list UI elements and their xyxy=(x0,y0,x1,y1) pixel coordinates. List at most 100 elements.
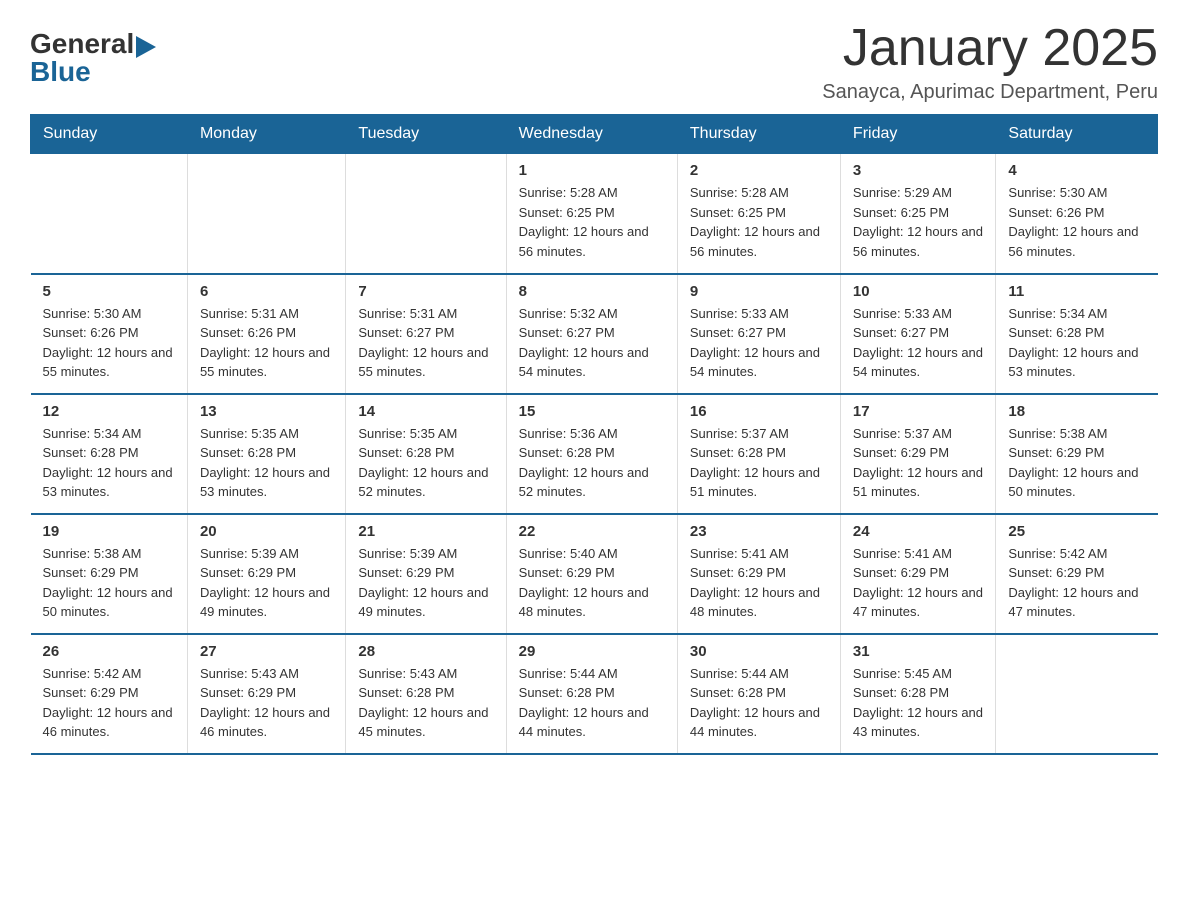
day-info: Sunrise: 5:41 AM Sunset: 6:29 PM Dayligh… xyxy=(853,544,983,622)
day-info: Sunrise: 5:34 AM Sunset: 6:28 PM Dayligh… xyxy=(1008,304,1145,382)
day-cell: 9 Sunrise: 5:33 AM Sunset: 6:27 PM Daylig… xyxy=(677,274,840,394)
day-cell: 14Sunrise: 5:35 AM Sunset: 6:28 PM Dayli… xyxy=(346,394,506,514)
day-cell: 18 Sunrise: 5:38 AM Sunset: 6:29 PM Dayli… xyxy=(996,394,1158,514)
day-number: 31 xyxy=(853,643,983,660)
day-number: 4 xyxy=(1008,162,1145,179)
day-cell: 28 Sunrise: 5:43 AM Sunset: 6:28 PM Dayli… xyxy=(346,634,506,754)
day-info: Sunrise: 5:28 AM Sunset: 6:25 PM Dayligh… xyxy=(690,183,828,261)
day-number: 1 xyxy=(519,162,665,179)
day-info: Sunrise: 5:36 AM Sunset: 6:28 PM Dayligh… xyxy=(519,424,665,502)
day-cell: 29Sunrise: 5:44 AM Sunset: 6:28 PM Dayli… xyxy=(506,634,677,754)
day-number: 14 xyxy=(358,403,493,420)
day-cell: 23 Sunrise: 5:41 AM Sunset: 6:29 PM Dayli… xyxy=(677,514,840,634)
day-cell: 8Sunrise: 5:32 AM Sunset: 6:27 PM Daylig… xyxy=(506,274,677,394)
day-cell: 6Sunrise: 5:31 AM Sunset: 6:26 PM Daylig… xyxy=(187,274,345,394)
header-cell-saturday: Saturday xyxy=(996,115,1158,154)
day-number: 21 xyxy=(358,523,493,540)
day-info: Sunrise: 5:38 AM Sunset: 6:29 PM Dayligh… xyxy=(1008,424,1145,502)
day-cell xyxy=(187,154,345,274)
day-info: Sunrise: 5:35 AM Sunset: 6:28 PM Dayligh… xyxy=(200,424,333,502)
day-number: 10 xyxy=(853,283,983,300)
page-subtitle: Sanayca, Apurimac Department, Peru xyxy=(822,81,1158,104)
day-number: 27 xyxy=(200,643,333,660)
day-info: Sunrise: 5:43 AM Sunset: 6:28 PM Dayligh… xyxy=(358,664,493,742)
day-number: 2 xyxy=(690,162,828,179)
day-cell: 24 Sunrise: 5:41 AM Sunset: 6:29 PM Dayli… xyxy=(840,514,995,634)
day-cell xyxy=(346,154,506,274)
day-number: 11 xyxy=(1008,283,1145,300)
header-cell-sunday: Sunday xyxy=(31,115,188,154)
day-info: Sunrise: 5:33 AM Sunset: 6:27 PM Dayligh… xyxy=(690,304,828,382)
day-cell: 30 Sunrise: 5:44 AM Sunset: 6:28 PM Dayli… xyxy=(677,634,840,754)
day-info: Sunrise: 5:38 AM Sunset: 6:29 PM Dayligh… xyxy=(43,544,175,622)
title-block: January 2025 Sanayca, Apurimac Departmen… xyxy=(822,20,1158,104)
day-cell: 2 Sunrise: 5:28 AM Sunset: 6:25 PM Daylig… xyxy=(677,154,840,274)
header-cell-wednesday: Wednesday xyxy=(506,115,677,154)
day-info: Sunrise: 5:45 AM Sunset: 6:28 PM Dayligh… xyxy=(853,664,983,742)
header-cell-monday: Monday xyxy=(187,115,345,154)
day-number: 18 xyxy=(1008,403,1145,420)
day-info: Sunrise: 5:31 AM Sunset: 6:27 PM Dayligh… xyxy=(358,304,493,382)
calendar-table: SundayMondayTuesdayWednesdayThursdayFrid… xyxy=(30,114,1158,755)
day-cell: 13 Sunrise: 5:35 AM Sunset: 6:28 PM Dayli… xyxy=(187,394,345,514)
day-cell: 20 Sunrise: 5:39 AM Sunset: 6:29 PM Dayli… xyxy=(187,514,345,634)
day-cell: 4 Sunrise: 5:30 AM Sunset: 6:26 PM Daylig… xyxy=(996,154,1158,274)
day-cell: 27 Sunrise: 5:43 AM Sunset: 6:29 PM Dayli… xyxy=(187,634,345,754)
day-cell: 19 Sunrise: 5:38 AM Sunset: 6:29 PM Dayli… xyxy=(31,514,188,634)
page-title: January 2025 xyxy=(822,20,1158,77)
day-number: 22 xyxy=(519,523,665,540)
day-info: Sunrise: 5:42 AM Sunset: 6:29 PM Dayligh… xyxy=(43,664,175,742)
day-number: 7 xyxy=(358,283,493,300)
day-number: 12 xyxy=(43,403,175,420)
day-number: 13 xyxy=(200,403,333,420)
day-info: Sunrise: 5:34 AM Sunset: 6:28 PM Dayligh… xyxy=(43,424,175,502)
day-cell: 16 Sunrise: 5:37 AM Sunset: 6:28 PM Dayli… xyxy=(677,394,840,514)
day-number: 3 xyxy=(853,162,983,179)
day-cell: 12 Sunrise: 5:34 AM Sunset: 6:28 PM Dayli… xyxy=(31,394,188,514)
day-cell: 31 Sunrise: 5:45 AM Sunset: 6:28 PM Dayli… xyxy=(840,634,995,754)
day-number: 17 xyxy=(853,403,983,420)
page-header: General Blue January 2025 Sanayca, Apuri… xyxy=(30,20,1158,104)
day-number: 9 xyxy=(690,283,828,300)
day-info: Sunrise: 5:31 AM Sunset: 6:26 PM Dayligh… xyxy=(200,304,333,382)
logo-arrow-icon xyxy=(136,36,156,58)
day-number: 24 xyxy=(853,523,983,540)
logo-blue-text: Blue xyxy=(30,58,156,86)
day-cell: 11 Sunrise: 5:34 AM Sunset: 6:28 PM Dayli… xyxy=(996,274,1158,394)
day-number: 26 xyxy=(43,643,175,660)
day-info: Sunrise: 5:44 AM Sunset: 6:28 PM Dayligh… xyxy=(519,664,665,742)
week-row-4: 19 Sunrise: 5:38 AM Sunset: 6:29 PM Dayli… xyxy=(31,514,1158,634)
day-info: Sunrise: 5:39 AM Sunset: 6:29 PM Dayligh… xyxy=(200,544,333,622)
day-info: Sunrise: 5:37 AM Sunset: 6:29 PM Dayligh… xyxy=(853,424,983,502)
day-number: 28 xyxy=(358,643,493,660)
day-info: Sunrise: 5:41 AM Sunset: 6:29 PM Dayligh… xyxy=(690,544,828,622)
day-info: Sunrise: 5:32 AM Sunset: 6:27 PM Dayligh… xyxy=(519,304,665,382)
day-number: 16 xyxy=(690,403,828,420)
logo: General Blue xyxy=(30,30,156,86)
day-info: Sunrise: 5:29 AM Sunset: 6:25 PM Dayligh… xyxy=(853,183,983,261)
day-cell: 25Sunrise: 5:42 AM Sunset: 6:29 PM Dayli… xyxy=(996,514,1158,634)
day-number: 30 xyxy=(690,643,828,660)
day-info: Sunrise: 5:28 AM Sunset: 6:25 PM Dayligh… xyxy=(519,183,665,261)
day-cell: 15 Sunrise: 5:36 AM Sunset: 6:28 PM Dayli… xyxy=(506,394,677,514)
day-cell: 1 Sunrise: 5:28 AM Sunset: 6:25 PM Daylig… xyxy=(506,154,677,274)
day-info: Sunrise: 5:40 AM Sunset: 6:29 PM Dayligh… xyxy=(519,544,665,622)
day-info: Sunrise: 5:42 AM Sunset: 6:29 PM Dayligh… xyxy=(1008,544,1145,622)
day-cell: 26 Sunrise: 5:42 AM Sunset: 6:29 PM Dayli… xyxy=(31,634,188,754)
day-number: 23 xyxy=(690,523,828,540)
logo-general-text: General xyxy=(30,30,134,58)
day-info: Sunrise: 5:43 AM Sunset: 6:29 PM Dayligh… xyxy=(200,664,333,742)
day-number: 15 xyxy=(519,403,665,420)
day-info: Sunrise: 5:44 AM Sunset: 6:28 PM Dayligh… xyxy=(690,664,828,742)
day-cell: 10 Sunrise: 5:33 AM Sunset: 6:27 PM Dayli… xyxy=(840,274,995,394)
day-cell: 3 Sunrise: 5:29 AM Sunset: 6:25 PM Daylig… xyxy=(840,154,995,274)
day-number: 20 xyxy=(200,523,333,540)
day-info: Sunrise: 5:37 AM Sunset: 6:28 PM Dayligh… xyxy=(690,424,828,502)
header-cell-friday: Friday xyxy=(840,115,995,154)
day-number: 19 xyxy=(43,523,175,540)
day-cell: 7 Sunrise: 5:31 AM Sunset: 6:27 PM Daylig… xyxy=(346,274,506,394)
week-row-5: 26 Sunrise: 5:42 AM Sunset: 6:29 PM Dayli… xyxy=(31,634,1158,754)
day-info: Sunrise: 5:33 AM Sunset: 6:27 PM Dayligh… xyxy=(853,304,983,382)
day-cell xyxy=(996,634,1158,754)
day-info: Sunrise: 5:30 AM Sunset: 6:26 PM Dayligh… xyxy=(1008,183,1145,261)
